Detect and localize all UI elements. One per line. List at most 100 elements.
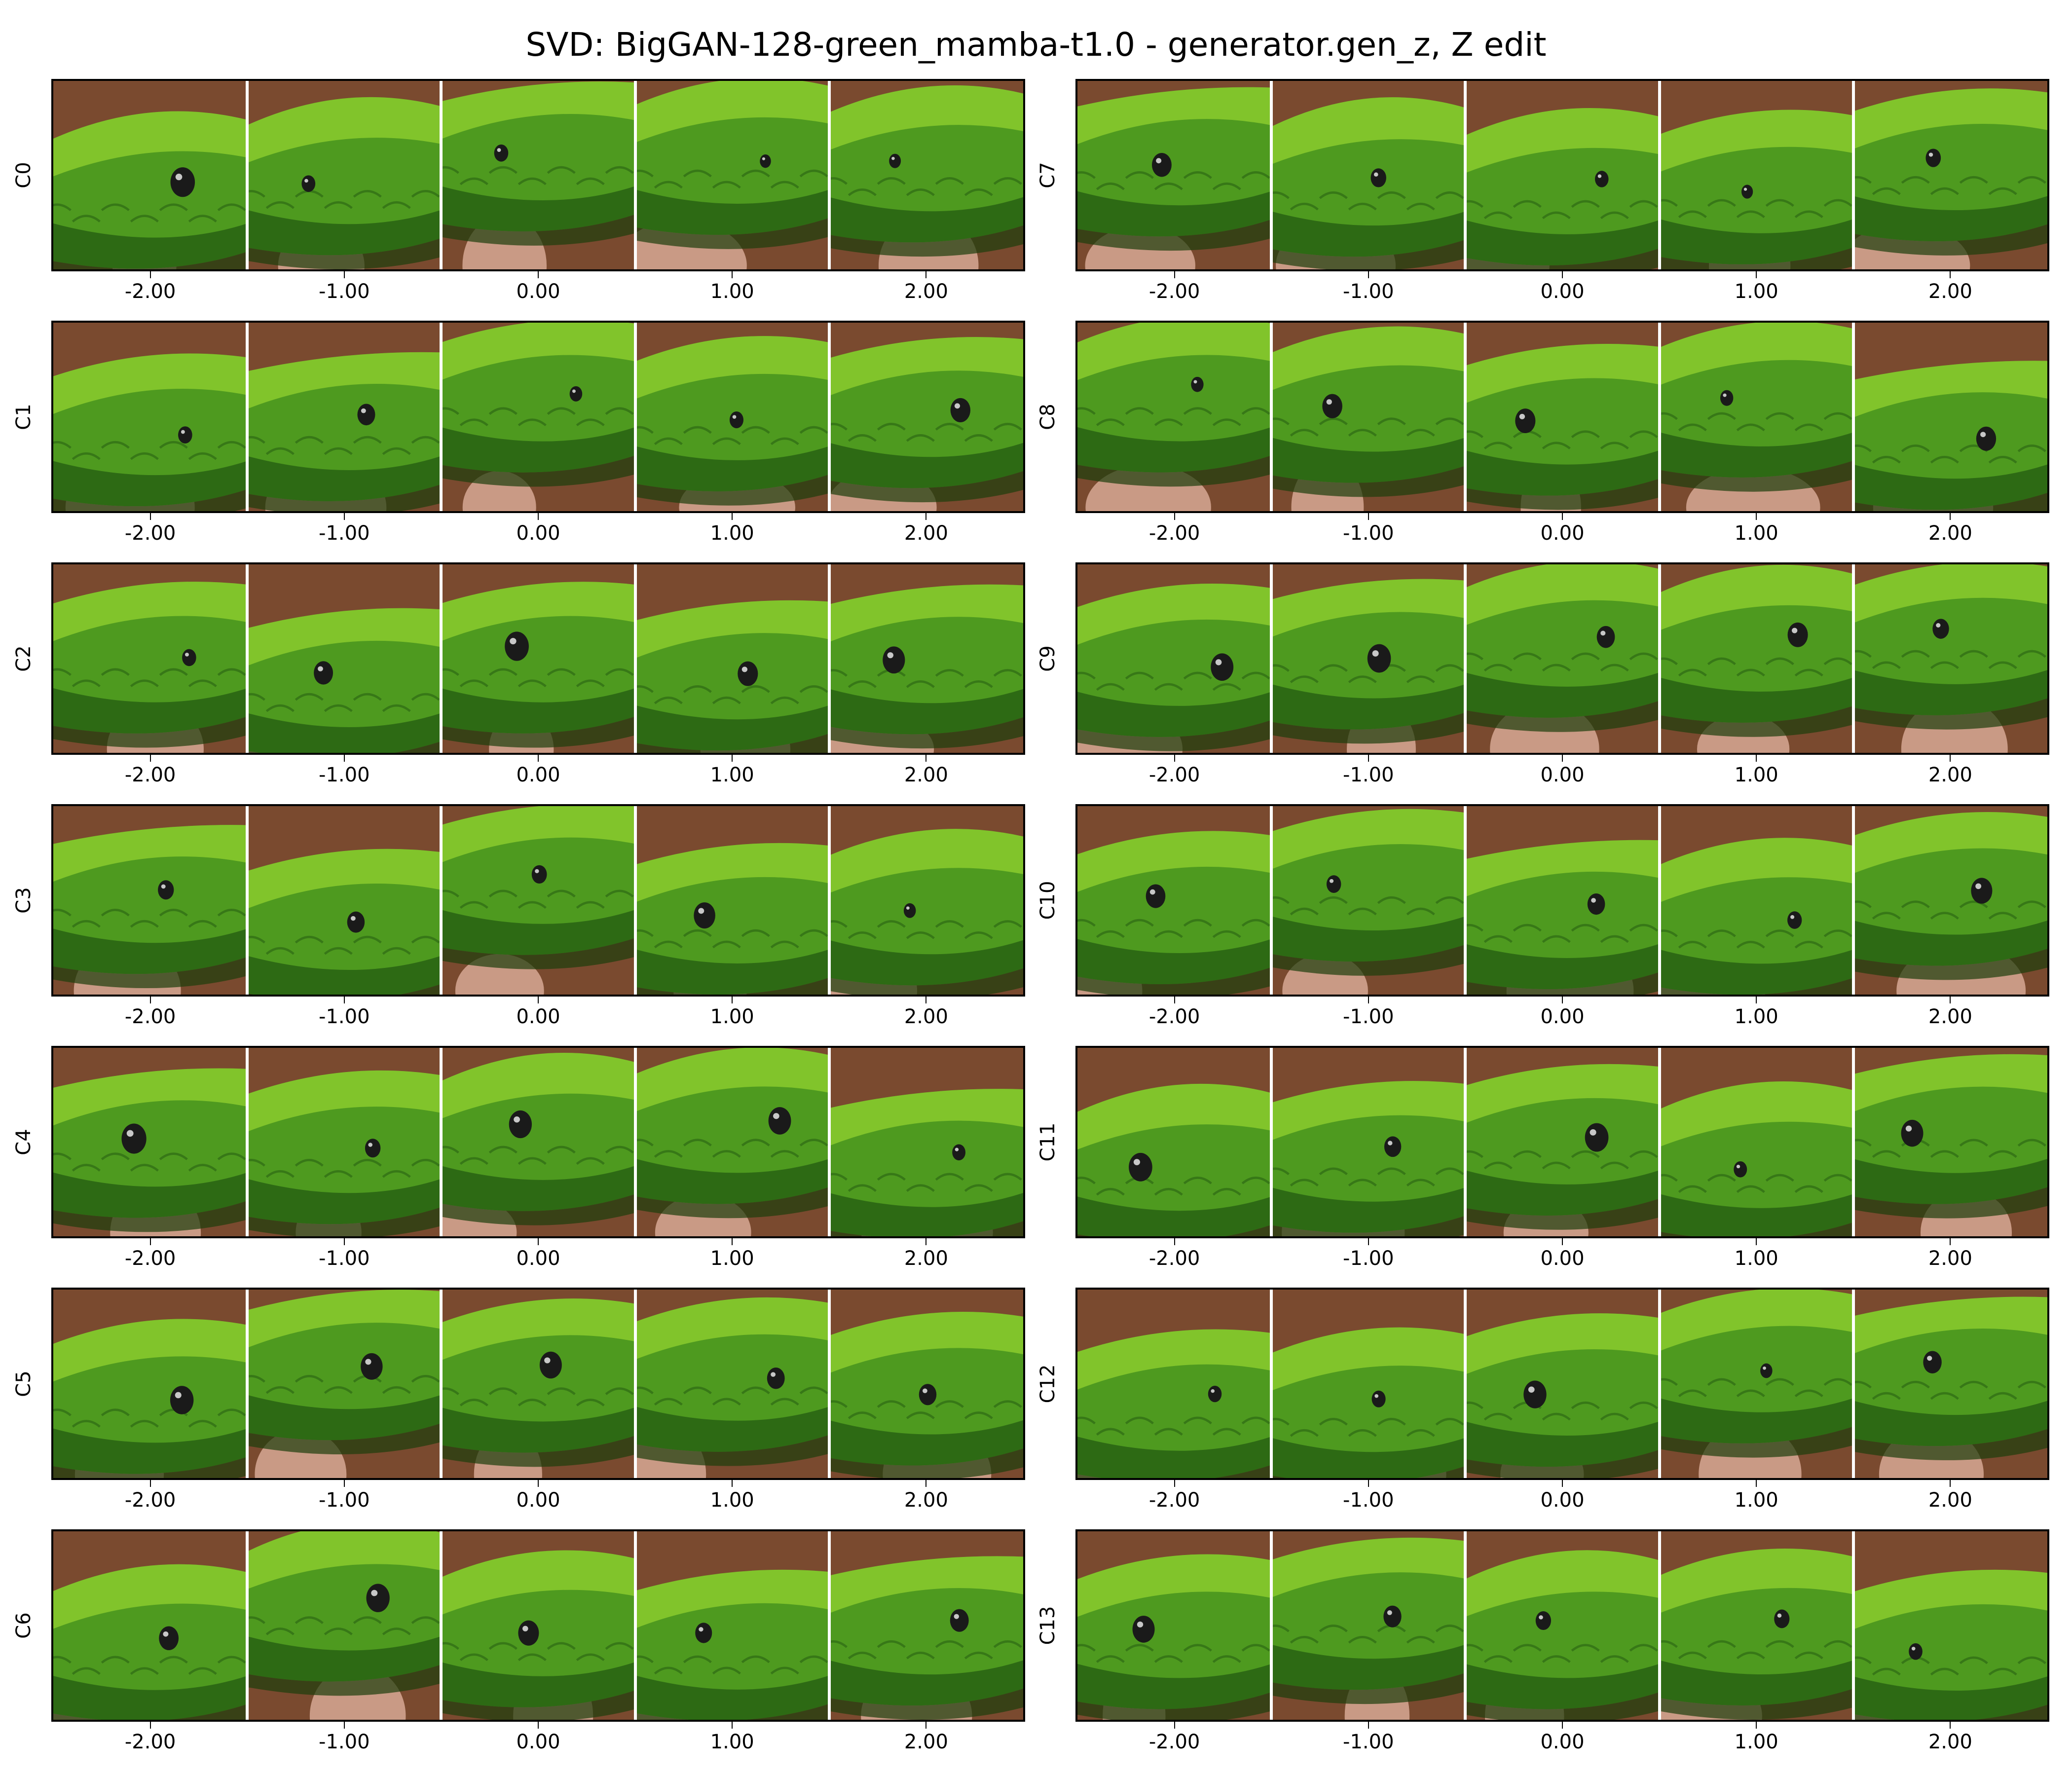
x-tick-label: 1.00 <box>710 1247 754 1270</box>
x-tick-label: 2.00 <box>904 1731 948 1753</box>
snake-image <box>1271 1531 1466 1720</box>
x-tick-label: -1.00 <box>1343 1731 1394 1753</box>
snake-image <box>247 806 442 995</box>
x-tick-mark <box>343 1480 345 1487</box>
x-tick-label: -2.00 <box>124 1731 176 1753</box>
component-label: C6 <box>4 1529 43 1722</box>
component-label: C11 <box>1028 1046 1068 1238</box>
x-tick-label: -2.00 <box>124 1489 176 1512</box>
component-row-c3 <box>51 804 1025 997</box>
snake-image <box>441 1290 635 1478</box>
snake-image <box>1853 1531 2047 1720</box>
x-tick-mark <box>925 271 927 278</box>
x-tick-mark <box>149 1238 151 1245</box>
x-tick-label: 0.00 <box>1540 1247 1585 1270</box>
figure-title: SVD: BigGAN-128-green_mamba-t1.0 - gener… <box>525 26 1547 64</box>
image-separator <box>1270 1290 1273 1478</box>
snake-image <box>1077 1048 1272 1236</box>
image-cell <box>635 806 829 995</box>
x-tick-label: 2.00 <box>1928 1731 1972 1753</box>
x-tick-mark <box>1756 1480 1757 1487</box>
image-separator <box>1658 323 1661 511</box>
x-tick-mark <box>1174 1480 1175 1487</box>
component-row-c1 <box>51 321 1025 513</box>
image-cell <box>1465 323 1660 511</box>
image-separator <box>1270 81 1273 269</box>
image-cell <box>829 1290 1023 1478</box>
image-cell <box>1465 564 1660 753</box>
component-row-c2 <box>51 562 1025 755</box>
image-cell <box>1853 1048 2047 1236</box>
x-tick-mark <box>149 755 151 762</box>
image-cell <box>441 1048 635 1236</box>
snake-image <box>635 1048 829 1236</box>
x-tick-mark <box>1756 271 1757 278</box>
image-separator <box>633 81 637 269</box>
x-tick-label: 0.00 <box>1540 522 1585 545</box>
x-tick-label: 0.00 <box>1540 1005 1585 1028</box>
component-row-c4 <box>51 1046 1025 1238</box>
component-row-c11 <box>1075 1046 2049 1238</box>
x-tick-label: 2.00 <box>904 1247 948 1270</box>
component-label-text: C0 <box>12 162 35 188</box>
x-tick-mark <box>538 513 539 520</box>
x-tick-label: -2.00 <box>1148 522 1200 545</box>
image-cell <box>1271 81 1466 269</box>
image-separator <box>1270 806 1273 995</box>
snake-image <box>1077 564 1272 753</box>
component-label-text: C11 <box>1036 1122 1059 1162</box>
snake-image <box>635 564 829 753</box>
snake-image <box>1853 1048 2047 1236</box>
x-tick-mark <box>732 513 733 520</box>
x-tick-label: 0.00 <box>516 1247 560 1270</box>
snake-image <box>53 564 248 753</box>
x-tick-label: -2.00 <box>1148 1247 1200 1270</box>
image-cell <box>1271 1531 1466 1720</box>
image-cell <box>53 1531 248 1720</box>
x-tick-mark <box>1368 1722 1369 1729</box>
image-cell <box>1659 1048 1853 1236</box>
component-row-c6 <box>51 1529 1025 1722</box>
component-row-c12 <box>1075 1288 2049 1480</box>
image-separator <box>1658 81 1661 269</box>
x-tick-mark <box>149 271 151 278</box>
image-separator <box>1851 806 1855 995</box>
x-tick-mark <box>1756 513 1757 520</box>
snake-image <box>1853 564 2047 753</box>
x-tick-label: 2.00 <box>904 1489 948 1512</box>
x-tick-label: 0.00 <box>1540 1731 1585 1753</box>
image-cell <box>441 323 635 511</box>
x-tick-mark <box>732 271 733 278</box>
snake-image <box>829 806 1023 995</box>
image-separator <box>827 564 831 753</box>
x-tick-label: 0.00 <box>1540 764 1585 786</box>
component-row-c10 <box>1075 804 2049 997</box>
snake-image <box>1271 81 1466 269</box>
x-tick-label: 1.00 <box>1734 522 1778 545</box>
x-tick-mark <box>1368 755 1369 762</box>
x-tick-label: -2.00 <box>124 280 176 303</box>
x-tick-mark <box>925 513 927 520</box>
component-label: C12 <box>1028 1288 1068 1480</box>
snake-image <box>247 1048 442 1236</box>
image-separator <box>1464 806 1467 995</box>
snake-image <box>1853 323 2047 511</box>
image-cell <box>247 564 442 753</box>
image-separator <box>1658 806 1661 995</box>
x-tick-mark <box>732 1238 733 1245</box>
component-label-text: C10 <box>1036 881 1059 920</box>
image-cell <box>1465 1048 1660 1236</box>
image-cell <box>247 81 442 269</box>
x-tick-mark <box>538 1238 539 1245</box>
x-tick-mark <box>538 1722 539 1729</box>
x-tick-label: -2.00 <box>1148 1005 1200 1028</box>
image-separator <box>440 1531 443 1720</box>
image-cell <box>1465 81 1660 269</box>
snake-image <box>247 564 442 753</box>
x-tick-mark <box>149 997 151 1003</box>
image-cell <box>53 1048 248 1236</box>
component-row-c8 <box>1075 321 2049 513</box>
image-cell <box>53 564 248 753</box>
snake-image <box>1465 1048 1660 1236</box>
snake-image <box>829 1531 1023 1720</box>
